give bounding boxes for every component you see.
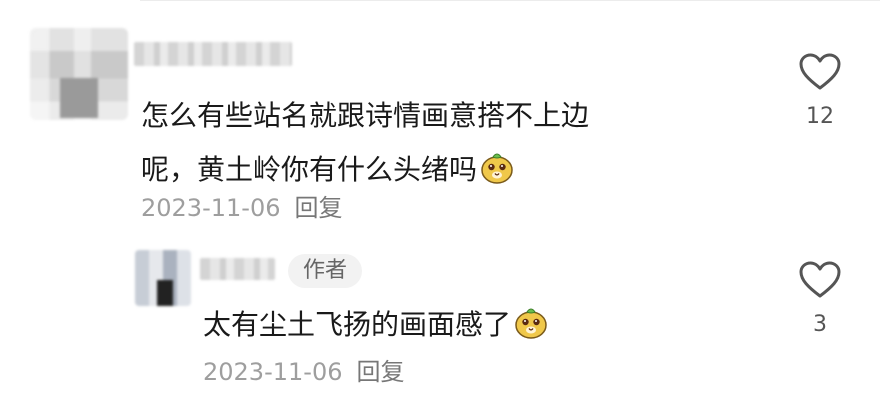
dog-face-emoji-icon [513,304,549,340]
dog-face-emoji-icon [479,149,515,185]
comment-text: 太有尘土飞扬的画面感了 [203,298,549,352]
heart-outline-icon [799,261,841,298]
comment-text: 怎么有些站名就跟诗情画意搭不上边 呢，黄土岭你有什么头绪吗 [141,99,590,186]
reply-button[interactable]: 回复 [356,358,404,386]
comment-date: 2023-11-06 [203,358,343,386]
like-button[interactable]: 3 [790,260,850,337]
like-count: 12 [806,104,834,129]
avatar[interactable] [30,28,128,120]
avatar[interactable] [135,250,191,306]
comment-meta: 2023-11-06 回复 [203,352,404,387]
comment-meta: 2023-11-06 回复 [141,188,342,223]
comment-date: 2023-11-06 [141,194,281,222]
heart-outline-icon [799,53,841,90]
like-count: 3 [813,312,827,337]
reply-button[interactable]: 回复 [294,194,342,222]
like-button[interactable]: 12 [790,52,850,129]
username-blurred[interactable] [134,42,292,66]
top-divider [140,0,880,1]
author-badge: 作者 [288,254,363,288]
username-blurred[interactable] [200,258,275,280]
